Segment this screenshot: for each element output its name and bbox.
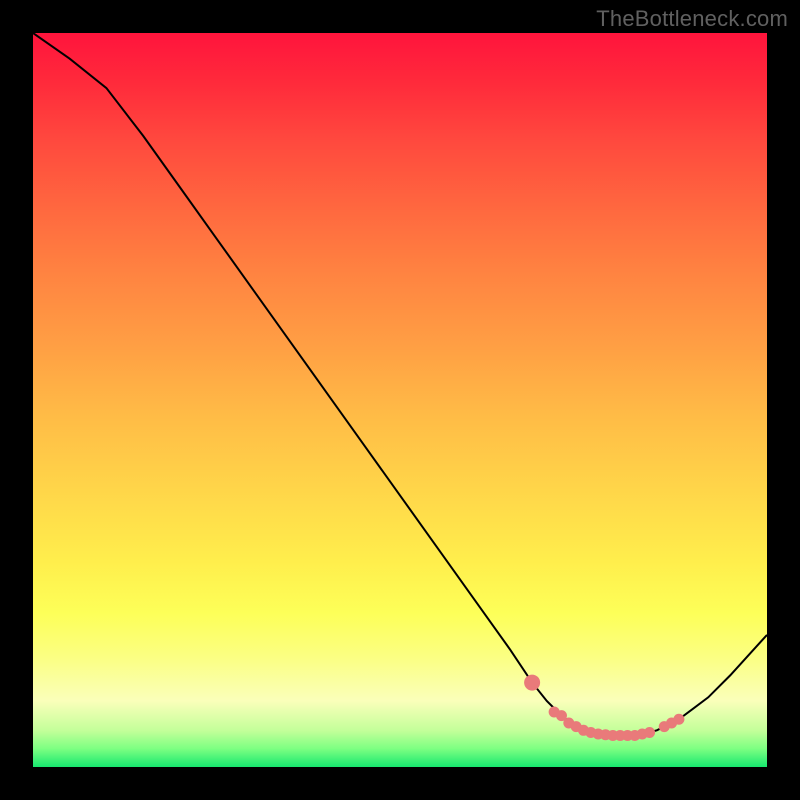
highlight-dot [644, 727, 655, 738]
watermark-text: TheBottleneck.com [596, 6, 788, 32]
highlight-dot [524, 675, 540, 691]
plot-area [33, 33, 767, 767]
highlight-dots [524, 675, 684, 741]
curve-svg [33, 33, 767, 767]
chart-frame: TheBottleneck.com [0, 0, 800, 800]
bottleneck-curve [33, 33, 767, 735]
highlight-dot [673, 714, 684, 725]
